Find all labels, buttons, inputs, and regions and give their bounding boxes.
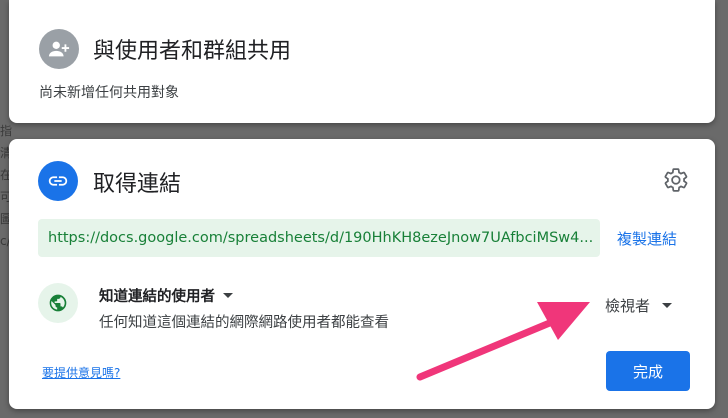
chevron-down-icon <box>223 293 233 298</box>
chevron-down-icon <box>662 303 673 308</box>
link-access-description: 任何知道這個連結的網際網路使用者都能查看 <box>99 315 389 331</box>
link-access-dropdown[interactable]: 知道連結的使用者 <box>99 285 233 306</box>
link-icon <box>38 161 78 201</box>
bg-line: 指 <box>0 124 13 138</box>
get-link-card: 取得連結 https://docs.google.com/spreadsheet… <box>9 139 715 409</box>
copy-link-button[interactable]: 複製連結 <box>617 228 677 249</box>
share-title: 與使用者和群組共用 <box>93 39 292 64</box>
role-dropdown[interactable]: 檢視者 <box>605 295 673 316</box>
share-with-people-card: 與使用者和群組共用 尚未新增任何共用對象 <box>9 0 715 123</box>
person-add-icon <box>39 29 79 69</box>
link-access-label: 知道連結的使用者 <box>99 289 215 305</box>
get-link-title: 取得連結 <box>93 172 182 197</box>
share-subtitle: 尚未新增任何共用對象 <box>39 85 179 101</box>
globe-icon <box>38 283 78 323</box>
share-url-field[interactable]: https://docs.google.com/spreadsheets/d/1… <box>38 219 600 257</box>
gear-icon[interactable] <box>663 167 689 193</box>
role-label: 檢視者 <box>605 297 651 315</box>
done-button[interactable]: 完成 <box>606 351 690 391</box>
feedback-link[interactable]: 要提供意見嗎? <box>42 364 120 381</box>
